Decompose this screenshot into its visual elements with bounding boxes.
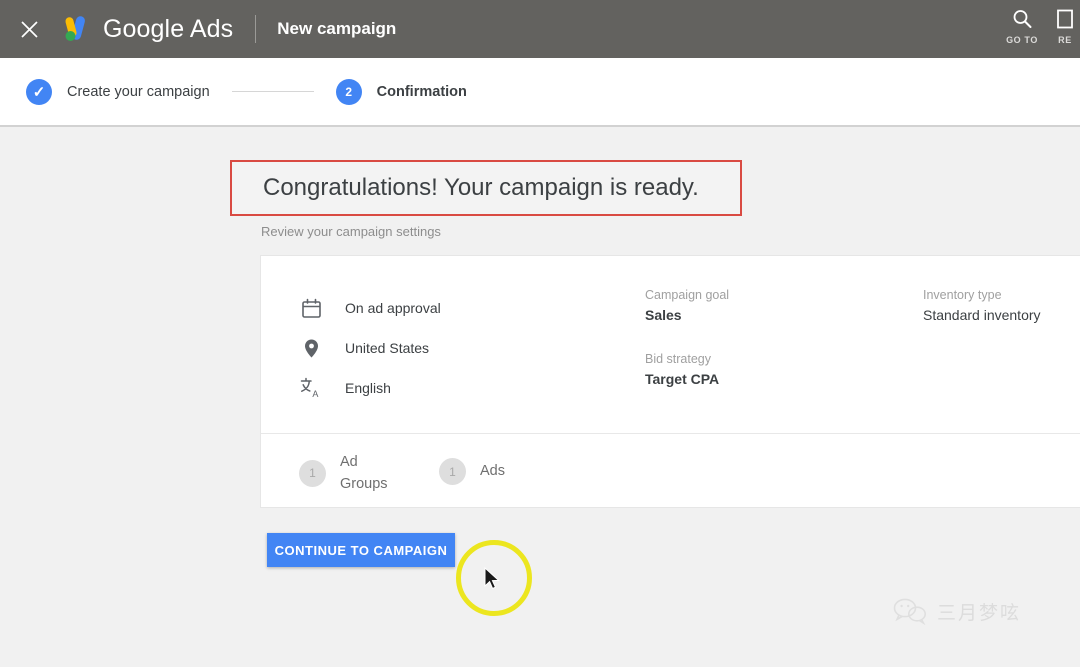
goto-action[interactable]: GO TO	[994, 8, 1050, 45]
brand-google: Google	[103, 15, 184, 43]
google-ads-logo-icon	[58, 12, 92, 46]
campaign-stepper: ✓ Create your campaign 2 Confirmation	[0, 58, 1080, 127]
calendar-icon	[299, 296, 323, 320]
field-inventory-type-label: Inventory type	[923, 288, 1041, 302]
field-bid-strategy-label: Bid strategy	[645, 352, 729, 366]
close-icon	[20, 20, 39, 39]
step-2-marker: 2	[336, 79, 362, 105]
field-campaign-goal-label: Campaign goal	[645, 288, 729, 302]
reports-action[interactable]: RE	[1050, 8, 1080, 45]
step-1-marker: ✓	[26, 79, 52, 105]
step-confirmation[interactable]: 2 Confirmation	[336, 79, 467, 105]
summary-settings-section: On ad approval United States	[261, 256, 1080, 433]
confirmation-subhead: Review your campaign settings	[261, 224, 441, 239]
campaign-summary-card: On ad approval United States	[260, 255, 1080, 508]
step-connector	[232, 91, 314, 92]
app-header: Google Ads New campaign GO TO RE	[0, 0, 1080, 58]
goto-action-label: GO TO	[1006, 35, 1038, 45]
setting-language: A English	[299, 368, 441, 408]
wechat-icon	[893, 598, 927, 625]
confirmation-headline: Congratulations! Your campaign is ready.	[263, 174, 699, 202]
reports-action-label: RE	[1058, 35, 1072, 45]
mouse-cursor-icon	[484, 567, 502, 591]
counter-ad-groups: 1 Ad Groups	[299, 451, 396, 496]
watermark-text: 三月梦呟	[937, 598, 1021, 625]
continue-to-campaign-button[interactable]: CONTINUE TO CAMPAIGN	[267, 533, 455, 567]
search-icon	[1011, 8, 1033, 30]
translate-icon: A	[299, 376, 323, 400]
reports-icon	[1054, 8, 1076, 30]
step-1-label: Create your campaign	[67, 84, 210, 100]
settings-column-right: Inventory type Standard inventory	[923, 288, 1041, 323]
brand-title: Google Ads	[103, 15, 233, 44]
svg-text:A: A	[312, 389, 318, 399]
settings-column-middle: Campaign goal Sales Bid strategy Target …	[645, 288, 729, 387]
counter-ad-groups-label: Ad Groups	[340, 451, 396, 496]
setting-location-text: United States	[345, 340, 429, 356]
field-inventory-type-value: Standard inventory	[923, 307, 1041, 323]
app-screen: Google Ads New campaign GO TO RE	[0, 0, 1080, 667]
field-bid-strategy: Bid strategy Target CPA	[645, 352, 729, 387]
counter-ad-groups-badge: 1	[299, 460, 326, 487]
brand-ads: Ads	[190, 15, 233, 43]
counter-ads-badge: 1	[439, 458, 466, 485]
headline-annotation-box: Congratulations! Your campaign is ready.	[230, 160, 742, 216]
setting-location: United States	[299, 328, 441, 368]
location-pin-icon	[299, 336, 323, 360]
field-bid-strategy-value: Target CPA	[645, 371, 729, 387]
step-create-campaign[interactable]: ✓ Create your campaign	[26, 79, 210, 105]
settings-column-left: On ad approval United States	[299, 288, 441, 408]
header-actions: GO TO RE	[994, 0, 1080, 58]
setting-start-date: On ad approval	[299, 288, 441, 328]
close-button[interactable]	[0, 0, 58, 58]
setting-language-text: English	[345, 380, 391, 396]
counter-ads-label: Ads	[480, 460, 505, 482]
header-divider	[255, 15, 256, 43]
field-campaign-goal: Campaign goal Sales	[645, 288, 729, 323]
field-inventory-type: Inventory type Standard inventory	[923, 288, 1041, 323]
summary-counters-section: 1 Ad Groups 1 Ads	[261, 434, 1080, 509]
field-campaign-goal-value: Sales	[645, 307, 729, 323]
counter-ads: 1 Ads	[439, 458, 505, 485]
setting-start-date-text: On ad approval	[345, 300, 441, 316]
page-title: New campaign	[277, 19, 396, 39]
step-2-label: Confirmation	[377, 84, 467, 100]
watermark: 三月梦呟	[893, 598, 1021, 625]
